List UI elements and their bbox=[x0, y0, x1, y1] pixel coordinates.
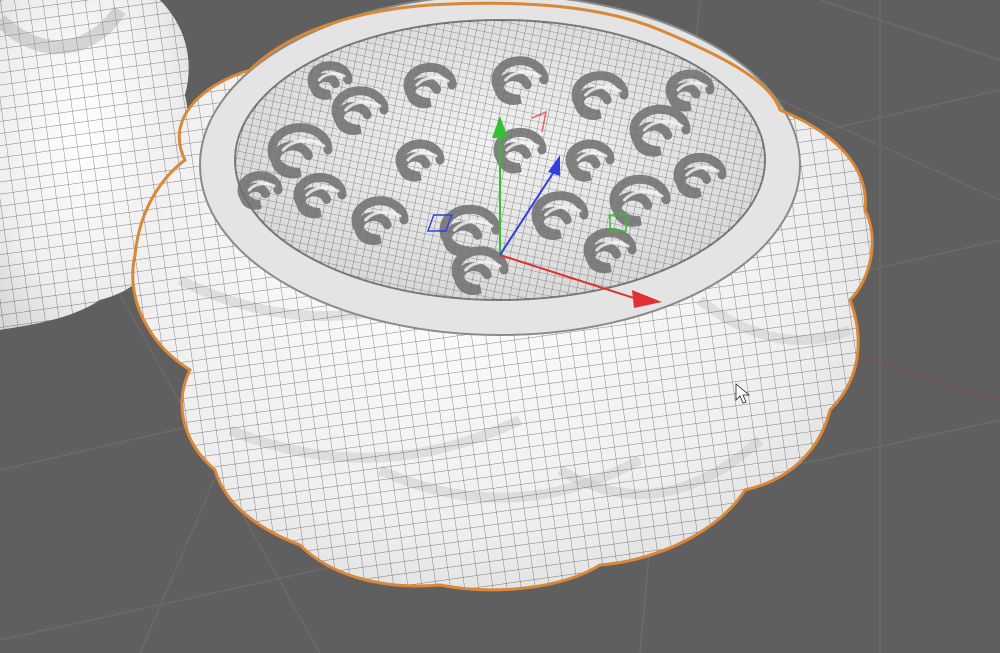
grid-line bbox=[819, 0, 1000, 61]
mooncake-mesh-selected[interactable] bbox=[120, 0, 880, 600]
3d-viewport[interactable]: shaded-wireframe bbox=[0, 0, 1000, 653]
